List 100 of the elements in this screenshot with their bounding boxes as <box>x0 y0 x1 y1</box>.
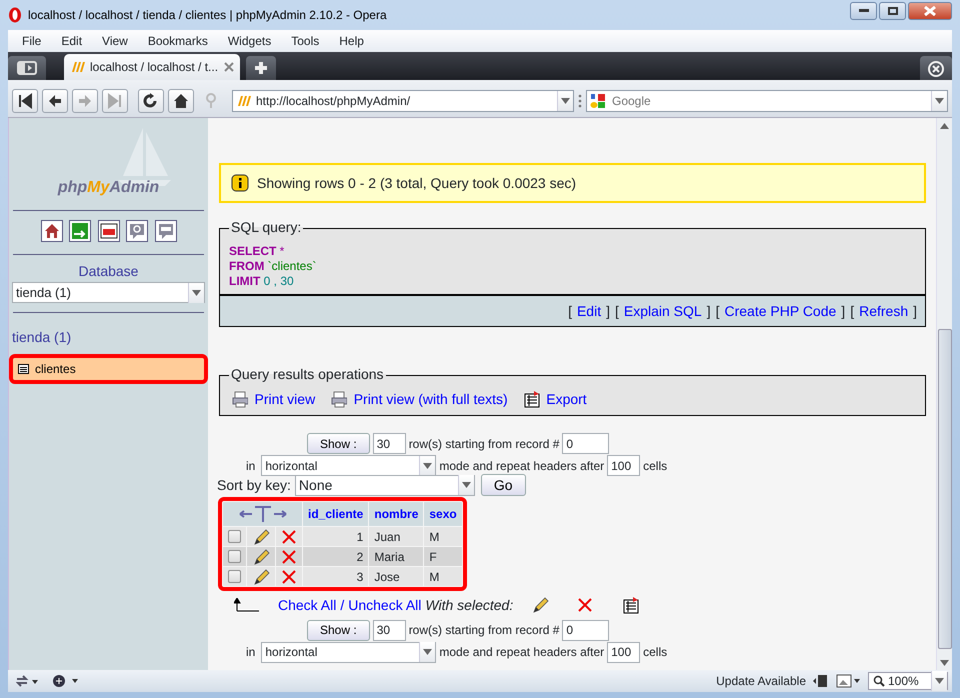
zoom-field[interactable]: 100% <box>868 672 948 690</box>
nav-button[interactable] <box>42 88 68 112</box>
google-icon <box>590 92 606 108</box>
sql-window-icon <box>100 222 118 240</box>
caret-icon <box>561 98 570 104</box>
delete-icon[interactable] <box>281 528 297 545</box>
printer-icon <box>331 391 348 408</box>
toolbar-button[interactable] <box>98 220 120 242</box>
home-icon <box>172 92 190 110</box>
maximize-icon <box>888 7 898 15</box>
form-label: mode and repeat headers after <box>439 644 604 661</box>
show-button[interactable]: Show : <box>307 433 370 454</box>
bracket-text: [ <box>568 302 572 321</box>
panel-toggle-icon[interactable] <box>812 674 830 688</box>
toolbar-button[interactable] <box>126 220 148 242</box>
menu-item[interactable]: Bookmarks <box>138 32 218 50</box>
rows-field[interactable]: 30 <box>372 620 406 640</box>
headers-field[interactable]: 100 <box>607 642 640 662</box>
sql-action-link[interactable]: Refresh <box>859 300 908 322</box>
delete-icon[interactable] <box>281 568 297 585</box>
grip-icon <box>578 92 582 108</box>
operation-link[interactable]: Print view (with full texts) <box>354 389 508 410</box>
close-tab-icon[interactable] <box>224 62 234 72</box>
dropdown-button[interactable] <box>458 475 474 495</box>
rows-field[interactable]: 30 <box>372 433 406 454</box>
menu-item[interactable]: Help <box>329 32 374 50</box>
closed-tabs-button[interactable] <box>920 56 952 80</box>
table-item[interactable]: clientes <box>13 358 204 380</box>
toolbar-button[interactable] <box>154 220 176 242</box>
form-label: cells <box>643 458 668 474</box>
database-link[interactable]: tienda (1) <box>12 329 72 345</box>
menu-item[interactable]: Tools <box>281 32 330 50</box>
table-cell: F <box>424 547 462 566</box>
sort-select[interactable]: None <box>294 474 475 496</box>
scroll-down-icon[interactable] <box>940 660 949 666</box>
menu-item[interactable]: Edit <box>51 32 92 50</box>
row-checkbox[interactable] <box>228 550 241 563</box>
form-label: in <box>246 458 256 474</box>
check-all-link[interactable]: Check All <box>278 594 336 616</box>
edit-icon[interactable] <box>531 597 550 613</box>
go-button[interactable]: Go <box>480 474 526 496</box>
delete-icon[interactable] <box>577 597 594 613</box>
new-tab-button[interactable] <box>246 56 276 80</box>
show-button[interactable]: Show : <box>307 620 370 640</box>
sql-action-link[interactable]: Create PHP Code <box>724 300 836 322</box>
sql-action-link[interactable]: Edit <box>576 300 602 322</box>
column-header[interactable]: sexo <box>424 502 462 526</box>
scroll-up-icon[interactable] <box>940 123 949 129</box>
close-icon <box>924 6 936 16</box>
scrollbar-thumb[interactable] <box>938 329 952 649</box>
menu-item[interactable]: View <box>92 32 138 50</box>
sql-action-link[interactable]: Explain SQL <box>624 300 702 322</box>
dropdown-button[interactable] <box>931 671 947 691</box>
browser-tab[interactable]: localhost / localhost / t... <box>64 54 240 80</box>
maximize-button[interactable] <box>879 2 906 20</box>
edit-icon[interactable] <box>252 548 270 565</box>
minimize-button[interactable] <box>850 2 877 20</box>
column-header[interactable]: id_cliente <box>303 502 368 526</box>
dropdown-button[interactable] <box>188 282 204 302</box>
edit-icon[interactable] <box>252 528 270 545</box>
table-cell: Juan <box>369 527 424 546</box>
mode-select[interactable]: horizontal <box>261 455 436 476</box>
panels-button[interactable] <box>8 56 46 80</box>
update-text[interactable]: Update Available <box>716 672 806 690</box>
export-icon[interactable] <box>623 596 640 614</box>
menu-item[interactable]: Widgets <box>218 32 282 50</box>
dropdown-button[interactable] <box>931 90 947 110</box>
close-button[interactable] <box>908 2 952 20</box>
nav-button[interactable] <box>12 88 38 112</box>
start-field[interactable]: 0 <box>562 433 610 454</box>
image-toggle-icon[interactable] <box>836 674 862 688</box>
toolbar-button[interactable] <box>40 220 62 242</box>
row-checkbox[interactable] <box>228 530 241 543</box>
address-field[interactable]: http://localhost/phpMyAdmin/ <box>232 90 574 112</box>
dropdown-button[interactable] <box>557 90 573 110</box>
window-title: localhost / localhost / tienda / clientes | phpMyAdmin 2.10.2 - Opera <box>28 7 387 24</box>
mode-select[interactable]: horizontal <box>261 642 436 662</box>
sync-icon[interactable] <box>16 675 40 687</box>
start-field[interactable]: 0 <box>562 620 610 640</box>
toolbar-button[interactable] <box>69 220 91 242</box>
search-input[interactable]: Google <box>610 90 927 110</box>
menu-item[interactable]: File <box>12 32 52 50</box>
operation-link[interactable]: Export <box>546 389 587 410</box>
column-header[interactable]: nombre <box>369 502 424 526</box>
caret-icon <box>192 290 201 296</box>
dropdown-button[interactable] <box>419 456 436 476</box>
dropdown-button[interactable] <box>419 642 436 662</box>
nav-button[interactable] <box>168 88 194 112</box>
edit-icon[interactable] <box>252 568 270 585</box>
delete-icon[interactable] <box>281 548 297 565</box>
row-checkbox[interactable] <box>228 570 241 583</box>
database-select[interactable]: tienda (1) <box>12 282 205 303</box>
uncheck-all-link[interactable]: Uncheck All <box>348 594 422 616</box>
export-icon <box>524 391 540 408</box>
nav-button[interactable] <box>138 88 164 112</box>
operation-link[interactable]: Print view <box>254 389 316 410</box>
exit-icon <box>71 222 89 240</box>
search-field[interactable]: Google <box>586 90 948 112</box>
headers-field[interactable]: 100 <box>607 455 640 476</box>
table-icon <box>18 364 29 374</box>
